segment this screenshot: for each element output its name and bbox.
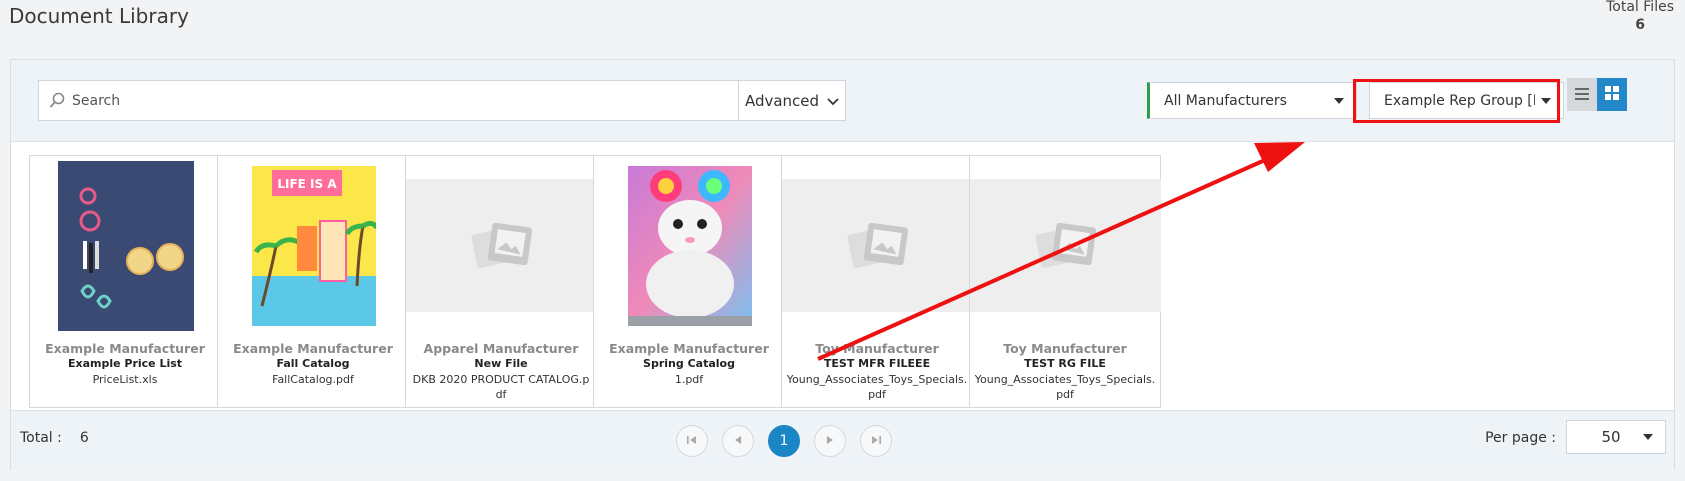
document-title: Example Price List (67, 357, 183, 370)
per-page-value: 50 (1601, 428, 1621, 446)
total-count: Total : 6 (20, 430, 89, 446)
total-files-value: 6 (1635, 17, 1645, 33)
next-page-button[interactable] (814, 425, 846, 457)
document-card[interactable]: Toy Manufacturer TEST MFR FILEEE Young_A… (781, 155, 973, 408)
document-card[interactable]: Example Manufacturer Spring Catalog 1.pd… (593, 155, 785, 408)
annotation-highlight-box (1353, 79, 1560, 123)
caret-down-icon (1643, 434, 1653, 440)
document-filename: PriceList.xls (92, 373, 158, 386)
chevron-down-icon (827, 92, 839, 110)
document-manufacturer: Example Manufacturer (45, 341, 205, 356)
document-manufacturer: Apparel Manufacturer (423, 341, 579, 356)
pager: 1 (676, 425, 892, 457)
list-icon (1575, 85, 1589, 104)
document-title: TEST RG FILE (1024, 357, 1106, 370)
grid-icon (1605, 85, 1619, 104)
per-page-label: Per page : (1485, 430, 1556, 446)
image-placeholder-icon (470, 222, 532, 268)
search-bar: Advanced (38, 80, 846, 121)
document-thumbnail-placeholder (970, 179, 1161, 312)
document-manufacturer: Toy Manufacturer (1003, 341, 1127, 356)
per-page-select[interactable]: 50 (1566, 420, 1666, 454)
document-manufacturer: Toy Manufacturer (815, 341, 939, 356)
document-filename: Young_Associates_Toys_Specials.pdf (786, 373, 968, 401)
document-card[interactable]: LIFE IS A Example Manufacturer Fall Cata… (217, 155, 409, 408)
caret-down-icon (1334, 97, 1344, 104)
image-placeholder-icon (846, 222, 908, 268)
total-files-label: Total Files (1606, 0, 1674, 15)
total-count-label: Total : (20, 430, 62, 446)
prev-page-button[interactable] (722, 425, 754, 457)
grid-view-button[interactable] (1597, 78, 1627, 111)
pagination-footer: Total : 6 1 Per page : 50 (11, 410, 1674, 470)
document-card[interactable]: Toy Manufacturer TEST RG FILE Young_Asso… (969, 155, 1161, 408)
last-page-button[interactable] (860, 425, 892, 457)
document-title: Fall Catalog (276, 357, 350, 370)
document-manufacturer: Example Manufacturer (233, 341, 393, 356)
next-page-icon (826, 434, 834, 448)
image-placeholder-icon (1034, 222, 1096, 268)
advanced-label: Advanced (744, 91, 820, 110)
document-title: New File (474, 357, 528, 370)
manufacturer-select-value: All Manufacturers (1164, 92, 1287, 109)
document-thumbnail: LIFE IS A (224, 161, 404, 331)
document-title: TEST MFR FILEEE (823, 357, 931, 370)
first-page-button[interactable] (676, 425, 708, 457)
total-files: Total Files 6 (1606, 0, 1674, 34)
first-page-icon (687, 434, 697, 448)
document-card[interactable]: Example Manufacturer Example Price List … (29, 155, 221, 408)
document-filename: Young_Associates_Toys_Specials.pdf (974, 373, 1156, 401)
page-title: Document Library (9, 4, 189, 28)
manufacturer-select[interactable]: All Manufacturers (1147, 82, 1357, 119)
document-thumbnail (36, 161, 216, 331)
search-box (39, 81, 739, 120)
document-title: Spring Catalog (643, 357, 735, 370)
page-button-current[interactable]: 1 (768, 425, 800, 457)
list-view-button[interactable] (1567, 78, 1597, 111)
document-thumbnail-placeholder (406, 179, 597, 312)
document-manufacturer: Example Manufacturer (609, 341, 769, 356)
search-input[interactable] (39, 81, 738, 120)
total-count-value: 6 (79, 430, 89, 446)
document-filename: FallCatalog.pdf (272, 373, 354, 386)
last-page-icon (871, 434, 881, 448)
prev-page-icon (734, 434, 742, 448)
document-thumbnail-placeholder (782, 179, 973, 312)
document-filename: DKB 2020 PRODUCT CATALOG.pdf (412, 373, 590, 401)
advanced-search-button[interactable]: Advanced (739, 81, 845, 120)
svg-text:LIFE IS A: LIFE IS A (277, 177, 337, 191)
document-card[interactable]: Apparel Manufacturer New File DKB 2020 P… (405, 155, 597, 408)
search-icon (49, 92, 65, 113)
document-thumbnail (600, 161, 780, 331)
document-filename: 1.pdf (674, 373, 704, 386)
